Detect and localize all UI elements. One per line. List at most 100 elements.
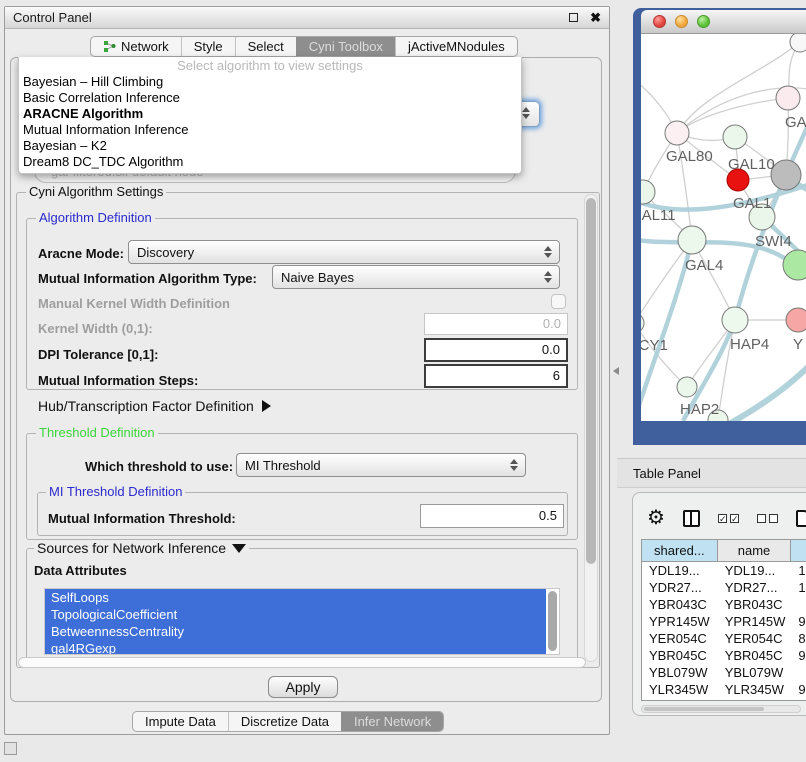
- node-gal80[interactable]: [665, 121, 689, 145]
- node-gray[interactable]: [771, 160, 801, 190]
- sources-expander[interactable]: Sources for Network Inference: [34, 541, 249, 555]
- column-settings-icon[interactable]: [683, 510, 700, 527]
- list-scrollbar[interactable]: [548, 591, 557, 651]
- node-label: GAL1: [733, 195, 771, 212]
- node-gal11[interactable]: [641, 180, 655, 204]
- which-threshold-combo[interactable]: MI Threshold: [236, 453, 526, 477]
- tab-jactivemnodules[interactable]: jActiveMNodules: [395, 37, 517, 56]
- node-swi4[interactable]: [783, 250, 806, 280]
- node-label: SWI4: [755, 233, 792, 250]
- tab-discretize-data[interactable]: Discretize Data: [228, 712, 341, 731]
- table-horizontal-scrollbar[interactable]: [641, 705, 801, 713]
- hub-definition-expander[interactable]: Hub/Transcription Factor Definition: [38, 398, 271, 414]
- scrollbar-thumb[interactable]: [586, 198, 596, 564]
- table-row[interactable]: YBL079W YBL079W: [642, 664, 806, 681]
- tab-style[interactable]: Style: [181, 37, 235, 56]
- node[interactable]: [776, 86, 800, 110]
- tab-label: jActiveMNodules: [408, 39, 505, 54]
- deselect-all-columns-icon[interactable]: [757, 514, 778, 523]
- unchecked-box-icon: [757, 514, 766, 523]
- node-hap4[interactable]: [722, 307, 748, 333]
- list-item-selected[interactable]: gal4RGexp: [45, 640, 546, 655]
- network-window-titlebar[interactable]: [641, 10, 806, 34]
- tab-impute-data[interactable]: Impute Data: [133, 712, 228, 731]
- minimized-panel-icon[interactable]: [4, 742, 17, 755]
- column-header[interactable]: name: [718, 540, 792, 561]
- tab-select[interactable]: Select: [235, 37, 296, 56]
- network-canvas[interactable]: GAL GAL80 GAL10 GAL1 GAL11 SWI4 GAL4 GCY…: [641, 34, 806, 421]
- table-row[interactable]: YER054C YER054C 8.: [642, 630, 806, 647]
- cell: YBR045C: [718, 647, 792, 664]
- apply-button[interactable]: Apply: [268, 676, 338, 698]
- minimize-traffic-light-icon[interactable]: [675, 15, 688, 28]
- cell: YLR345W: [642, 681, 718, 698]
- dropdown-item[interactable]: Mutual Information Inference: [19, 122, 521, 138]
- node-gal10[interactable]: [723, 125, 747, 149]
- node[interactable]: [790, 34, 806, 52]
- node-label: HAP4: [730, 336, 769, 353]
- mi-steps-field[interactable]: 6: [424, 364, 568, 388]
- table-row[interactable]: YBR045C YBR045C 9.: [642, 647, 806, 664]
- node-hap2[interactable]: [677, 377, 697, 397]
- cell: YDL19...: [642, 562, 718, 579]
- table-row[interactable]: YDL19... YDL19... 13: [642, 562, 806, 579]
- list-item-selected[interactable]: BetweennessCentrality: [45, 623, 546, 640]
- dpi-tolerance-field[interactable]: 0.0: [424, 338, 568, 362]
- table-row[interactable]: YLR345W YLR345W 9.: [642, 681, 806, 698]
- panel-divider-handle[interactable]: [613, 367, 619, 375]
- network-graph: GAL GAL80 GAL10 GAL1 GAL11 SWI4 GAL4 GCY…: [641, 34, 806, 421]
- combo-stepper-icon: [540, 271, 556, 283]
- dropdown-item[interactable]: Dream8 DC_TDC Algorithm: [19, 154, 521, 170]
- tab-label: Network: [121, 39, 169, 54]
- cell: 9.: [791, 681, 806, 698]
- table-row[interactable]: YPR145W YPR145W 9.: [642, 613, 806, 630]
- cell: [791, 664, 806, 681]
- cell: YBL079W: [642, 664, 718, 681]
- control-panel-tabs: Network Style Select Cyni Toolbox jActiv…: [90, 36, 518, 57]
- float-window-icon[interactable]: [569, 13, 578, 22]
- table-row[interactable]: YDR27... YDR27... 12: [642, 579, 806, 596]
- table-row[interactable]: YBR043C YBR043C: [642, 596, 806, 613]
- table-panel: ⚙ ✓ ✓ shared... name A YDL19... YDL19...…: [632, 492, 806, 716]
- node[interactable]: [786, 308, 806, 332]
- new-table-icon[interactable]: [796, 510, 806, 527]
- manual-kernel-checkbox[interactable]: [551, 294, 566, 309]
- tab-network[interactable]: Network: [91, 37, 181, 56]
- cell: 9.: [791, 647, 806, 664]
- table-row[interactable]: YIL052C YIL052C 9.: [642, 698, 806, 701]
- cell: YDR27...: [718, 579, 792, 596]
- close-traffic-light-icon[interactable]: [653, 15, 666, 28]
- node-label: GAL11: [641, 207, 676, 224]
- column-header[interactable]: A: [791, 540, 806, 561]
- dropdown-item[interactable]: Basic Correlation Inference: [19, 90, 521, 106]
- dropdown-item[interactable]: Bayesian – Hill Climbing: [19, 74, 521, 90]
- dropdown-item-selected[interactable]: ARACNE Algorithm: [19, 106, 521, 122]
- list-item-selected[interactable]: SelfLoops: [45, 589, 546, 606]
- tab-cyni-toolbox[interactable]: Cyni Toolbox: [296, 37, 395, 56]
- settings-horizontal-scrollbar[interactable]: [18, 657, 586, 668]
- close-icon[interactable]: ✖: [590, 10, 601, 26]
- kernel-width-field[interactable]: 0.0: [424, 313, 568, 335]
- mi-type-combo[interactable]: Naive Bayes: [272, 265, 560, 289]
- node-gcy1[interactable]: [641, 313, 644, 333]
- settings-gear-icon[interactable]: ⚙: [647, 508, 665, 528]
- select-all-columns-icon[interactable]: ✓ ✓: [718, 514, 739, 523]
- combo-stepper-icon: [540, 246, 556, 258]
- tab-infer-network[interactable]: Infer Network: [341, 712, 443, 731]
- zoom-traffic-light-icon[interactable]: [697, 15, 710, 28]
- list-item-selected[interactable]: TopologicalCoefficient: [45, 606, 546, 623]
- settings-vertical-scrollbar[interactable]: [584, 194, 598, 662]
- node-gal4[interactable]: [678, 226, 706, 254]
- column-header[interactable]: shared...: [642, 540, 718, 561]
- cell: YPR145W: [642, 613, 718, 630]
- checked-box-icon: ✓: [718, 514, 727, 523]
- combo-stepper-icon: [506, 459, 522, 471]
- dropdown-item[interactable]: Bayesian – K2: [19, 138, 521, 154]
- sources-title: Sources for Network Inference: [37, 541, 226, 555]
- scrollbar-thumb[interactable]: [644, 707, 764, 711]
- mi-threshold-field[interactable]: 0.5: [420, 504, 564, 528]
- aracne-mode-combo[interactable]: Discovery: [128, 240, 560, 264]
- table-header-row: shared... name A: [642, 540, 806, 562]
- expander-expanded-icon: [232, 544, 246, 553]
- mi-type-value: Naive Bayes: [281, 270, 540, 285]
